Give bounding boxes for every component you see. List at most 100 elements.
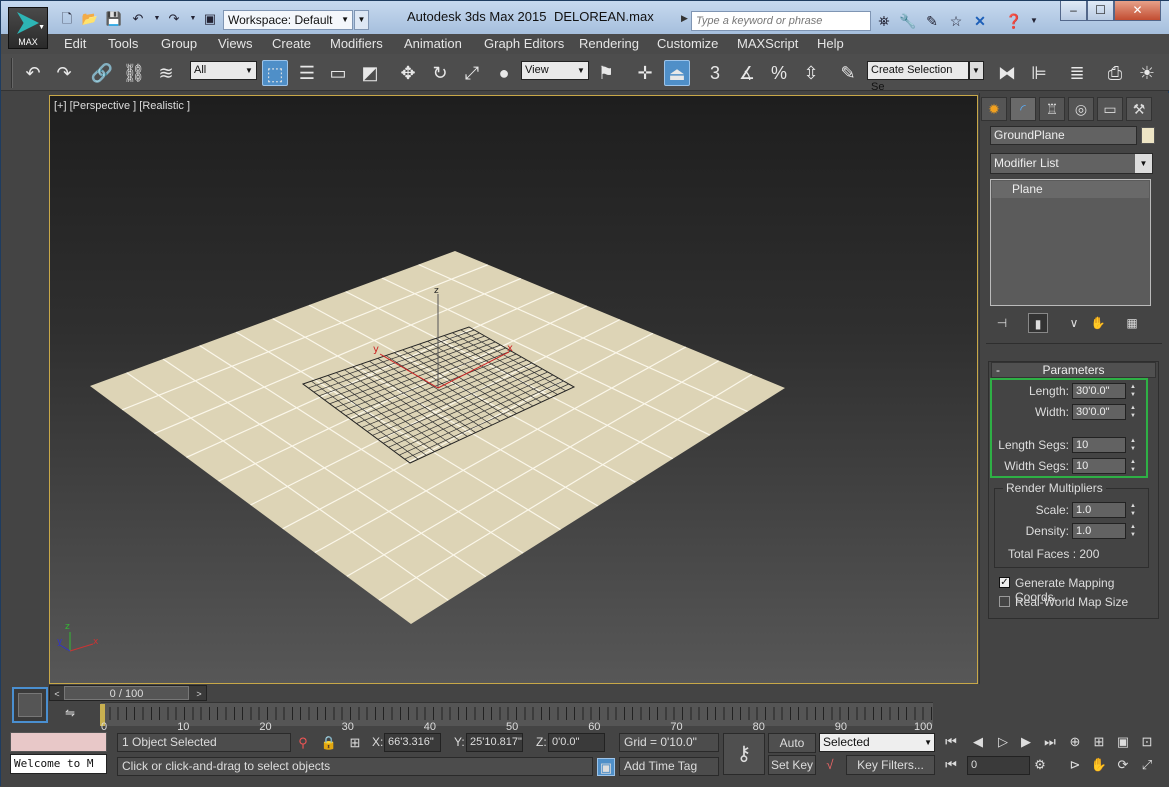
binoculars-icon[interactable]: ⛯ [874,11,894,31]
named-selection-dropdown[interactable]: Create Selection Se [867,61,969,93]
window-crossing-icon[interactable]: ◩ [357,60,383,86]
generate-mapping-checkbox[interactable]: ✓ [999,577,1010,588]
angle-snap-icon[interactable]: ∡ [734,60,760,86]
set-keys-key-icon[interactable]: ⚷ [723,733,765,775]
menu-tools[interactable]: Tools [108,36,138,51]
exchange-icon[interactable]: ✕ [970,11,990,31]
spinner-snap-icon[interactable]: ⇳ [798,60,824,86]
maximize-button[interactable]: ☐ [1087,1,1114,21]
pivot-center-icon[interactable]: ⚑ [593,60,619,86]
select-and-rotate-icon[interactable]: ↻ [427,60,453,86]
selection-lock-icon[interactable]: 🔒 [320,734,338,752]
utilities-tab-icon[interactable]: ⚒ [1126,97,1152,121]
pin-stack-icon[interactable]: ⊣ [992,313,1012,333]
menu-modifiers[interactable]: Modifiers [330,36,383,51]
motion-tab-icon[interactable]: ◎ [1068,97,1094,121]
remove-modifier-icon[interactable]: ✋ [1088,313,1108,333]
key-mode-dropdown[interactable]: Selected ▼ [819,733,935,752]
redo-icon[interactable]: ↷ [51,60,77,86]
create-tab-icon[interactable]: ✹ [981,97,1007,121]
new-file-icon[interactable]: 🗋 [58,10,76,28]
select-manipulate-icon[interactable]: ✛ [632,60,658,86]
menu-customize[interactable]: Customize [657,36,718,51]
menu-edit[interactable]: Edit [64,36,86,51]
current-frame-field[interactable]: 0 [967,756,1030,775]
select-and-move-icon[interactable]: ✥ [395,60,421,86]
scale-spinner[interactable]: 1.0 [1072,502,1126,518]
isolate-selection-icon[interactable]: ⚲ [294,734,312,752]
close-button[interactable]: ✕ [1114,1,1161,21]
add-time-tag[interactable]: Add Time Tag [619,757,719,776]
select-and-place-icon[interactable]: ● [491,60,517,86]
menu-rendering[interactable]: Rendering [579,36,639,51]
tools-icon[interactable]: 🔧 [898,11,918,31]
y-coord-field[interactable]: 25'10.817" [466,733,523,752]
x-coord-field[interactable]: 66'3.316" [384,733,441,752]
perspective-viewport[interactable]: [+] [Perspective ] [Realistic ] z y x z … [49,95,978,684]
save-file-icon[interactable]: 💾 [105,10,123,28]
render-setup-icon[interactable]: ⎙ [1102,60,1128,86]
key-filters-button[interactable]: Key Filters... [846,755,935,775]
zoom-all-icon[interactable]: ⊞ [1090,733,1108,751]
go-to-start-icon[interactable]: ⏮ [942,733,960,751]
hierarchy-tab-icon[interactable]: ♖ [1039,97,1065,121]
configure-modifier-sets-icon[interactable]: ▦ [1122,313,1142,333]
menu-views[interactable]: Views [218,36,252,51]
rectangular-selection-icon[interactable]: ▭ [325,60,351,86]
scale-spinner-arrows[interactable]: ▲ ▼ [1128,502,1138,518]
modify-tab-icon[interactable]: ◜ [1010,97,1036,121]
undo-icon[interactable]: ↶ [20,60,46,86]
select-by-name-icon[interactable]: ☰ [294,60,320,86]
zoom-extents-all-icon[interactable]: ⊡ [1138,733,1156,751]
real-world-map-size-checkbox[interactable] [999,596,1010,607]
redo-icon[interactable]: ↷ [165,10,183,28]
select-and-scale-icon[interactable]: ⤢ [459,60,485,86]
object-color-swatch[interactable] [1141,127,1155,144]
maxscript-mini-listener-toggle[interactable] [12,687,48,723]
percent-snap-icon[interactable]: % [766,60,792,86]
pan-view-icon[interactable]: ✋ [1090,756,1108,774]
menu-group[interactable]: Group [161,36,197,51]
menu-maxscript[interactable]: MAXScript [737,36,798,51]
menu-animation[interactable]: Animation [404,36,462,51]
display-tab-icon[interactable]: ▭ [1097,97,1123,121]
help-dropdown-icon[interactable]: ▼ [1024,11,1044,31]
absolute-transform-icon[interactable]: ⊞ [346,734,364,752]
field-of-view-icon[interactable]: ⊳ [1066,756,1084,774]
go-to-end-icon[interactable]: ⏭ [1041,733,1059,751]
open-file-icon[interactable]: 📂 [81,10,99,28]
search-expand-icon[interactable]: ▶ [681,13,688,24]
width-segs-spinner-arrows[interactable]: ▲ ▼ [1128,458,1138,474]
next-frame-icon[interactable]: ▶ [1017,733,1035,751]
menu-create[interactable]: Create [272,36,311,51]
time-slider-next-icon[interactable]: > [192,687,206,701]
toolbar-grip[interactable] [11,58,13,88]
render-production-icon[interactable]: ☀ [1134,60,1160,86]
time-slider-thumb[interactable]: 0 / 100 [64,686,189,700]
play-icon[interactable]: ▷ [994,733,1012,751]
object-name-field[interactable]: GroundPlane [990,126,1137,145]
zoom-extents-icon[interactable]: ▣ [1114,733,1132,751]
select-object-icon[interactable]: ⬚ [262,60,288,86]
menu-help[interactable]: Help [817,36,844,51]
z-coord-field[interactable]: 0'0.0" [548,733,605,752]
workspace-menu-button[interactable]: ▼ [354,10,369,30]
select-and-link-icon[interactable]: 🔗 [89,60,115,86]
project-folder-icon[interactable]: ▣ [201,10,219,28]
zoom-icon[interactable]: ⊕ [1066,733,1084,751]
modifier-stack[interactable]: Plane [990,179,1151,306]
named-selection-dropdown-arrow[interactable]: ▼ [969,61,984,80]
set-key-button[interactable]: Set Key [768,755,816,775]
stack-item-plane[interactable]: Plane [992,181,1149,198]
undo-icon[interactable]: ↶ [129,10,147,28]
keyboard-shortcut-override-icon[interactable]: ⏏ [664,60,690,86]
connect-icon[interactable]: ✎ [922,11,942,31]
layer-manager-icon[interactable]: ≣ [1064,60,1090,86]
key-mode-curve-icon[interactable]: √ [821,756,839,774]
help-icon[interactable]: ❓ [1004,11,1024,31]
menu-graph-editors[interactable]: Graph Editors [484,36,564,51]
width-segs-spinner[interactable]: 10 [1072,458,1126,474]
maxscript-listener-input[interactable]: Welcome to M [10,754,107,774]
mirror-icon[interactable]: ⧓ [994,60,1020,86]
width-spinner[interactable]: 30'0.0" [1072,404,1126,420]
